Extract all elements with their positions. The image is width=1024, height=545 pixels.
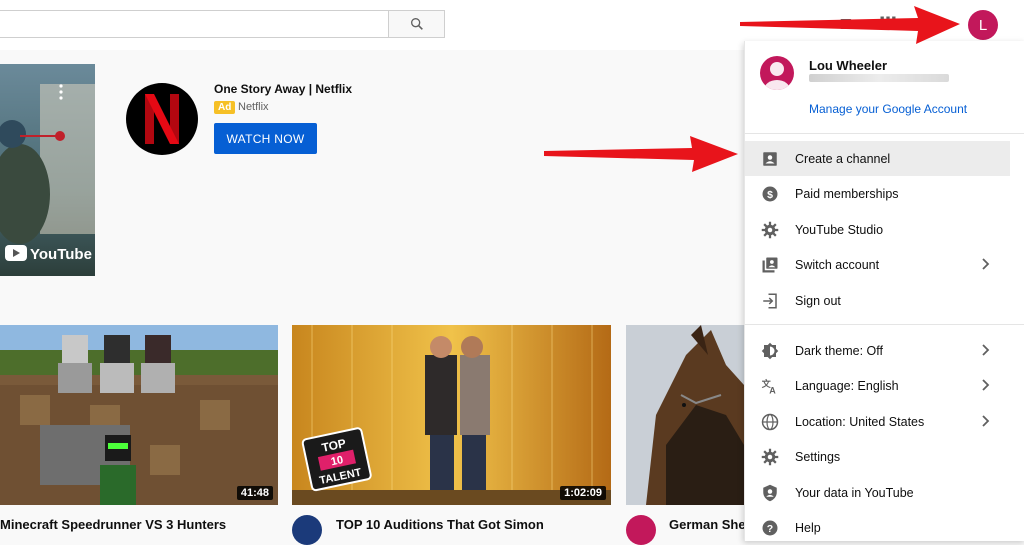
- search-button[interactable]: [388, 10, 445, 38]
- account-menu: Lou Wheeler Manage your Google Account C…: [744, 41, 1024, 541]
- search-icon: [410, 17, 423, 30]
- gear-icon: [761, 448, 779, 466]
- menu-item-label: Create a channel: [795, 151, 891, 166]
- channel-avatar[interactable]: [626, 515, 656, 545]
- ad-title[interactable]: One Story Away | Netflix: [214, 82, 352, 96]
- gear-icon: [761, 221, 779, 239]
- translate-icon: 文A: [761, 378, 776, 396]
- menu-item-sign-out[interactable]: Sign out: [745, 283, 1010, 318]
- menu-item-label: YouTube Studio: [795, 222, 884, 237]
- svg-text:$: $: [767, 189, 773, 201]
- menu-item-dark-theme[interactable]: Dark theme: Off: [745, 333, 1010, 368]
- ad-thumbnail-image: YouTube: [0, 64, 95, 276]
- menu-item-language[interactable]: 文A Language: English: [745, 368, 1010, 403]
- menu-item-label: Your data in YouTube: [795, 485, 914, 500]
- menu-item-label: Sign out: [795, 293, 841, 308]
- menu-item-label: Settings: [795, 449, 841, 464]
- apps-grid-icon[interactable]: [878, 14, 898, 34]
- avatar-letter: L: [978, 16, 988, 34]
- video-duration: 1:02:09: [560, 486, 606, 500]
- netflix-logo[interactable]: [126, 83, 198, 155]
- video-title[interactable]: German She: [669, 517, 746, 532]
- account-name: Lou Wheeler: [809, 58, 888, 73]
- menu-item-settings[interactable]: Settings: [745, 439, 1010, 474]
- menu-item-label: Paid memberships: [795, 186, 899, 201]
- menu-item-youtube-studio[interactable]: YouTube Studio: [745, 212, 1010, 247]
- menu-item-help[interactable]: ? Help: [745, 510, 1010, 545]
- create-video-icon[interactable]: [838, 14, 858, 34]
- account-menu-avatar: [760, 56, 794, 90]
- video-title[interactable]: Minecraft Speedrunner VS 3 Hunters: [0, 517, 226, 532]
- menu-item-label: Dark theme: Off: [795, 343, 883, 358]
- menu-divider: [745, 324, 1024, 325]
- manage-google-account-link[interactable]: Manage your Google Account: [809, 102, 967, 116]
- menu-item-your-data[interactable]: Your data in YouTube: [745, 475, 1010, 510]
- help-icon: ?: [762, 520, 778, 536]
- dollar-icon: $: [762, 186, 778, 202]
- svg-text:?: ?: [767, 523, 773, 535]
- thumbnail-watermark: YouTube: [30, 246, 92, 263]
- person-silhouette-icon: [764, 62, 790, 90]
- chevron-right-icon: [982, 415, 990, 427]
- menu-item-location[interactable]: Location: United States: [745, 404, 1010, 439]
- menu-item-label: Language: English: [795, 378, 899, 393]
- video-duration: 41:48: [236, 486, 273, 500]
- switch-account-icon: [762, 257, 778, 273]
- menu-item-switch-account[interactable]: Switch account: [745, 247, 1010, 282]
- dog-thumbnail-image: [626, 325, 744, 505]
- chevron-right-icon: [982, 344, 990, 356]
- sign-out-icon: [763, 293, 777, 309]
- search-input[interactable]: [0, 10, 388, 38]
- ad-video-thumbnail[interactable]: YouTube: [0, 64, 95, 276]
- account-avatar-button[interactable]: L: [968, 10, 998, 40]
- menu-item-create-channel[interactable]: Create a channel: [745, 141, 1010, 176]
- menu-divider: [745, 133, 1024, 134]
- menu-item-label: Switch account: [795, 257, 880, 272]
- channel-avatar[interactable]: [292, 515, 322, 545]
- watch-now-button[interactable]: WATCH NOW: [214, 123, 317, 154]
- dark-theme-icon: [761, 342, 779, 360]
- chevron-right-icon: [982, 258, 990, 270]
- account-email-redacted: [809, 74, 949, 82]
- annotation-arrow-create-channel: [544, 136, 738, 172]
- shield-person-icon: [763, 484, 777, 502]
- svg-text:A: A: [769, 386, 776, 396]
- ad-advertiser: Netflix: [238, 101, 269, 113]
- globe-icon: [761, 413, 779, 431]
- ad-badge: Ad: [214, 101, 236, 114]
- video-thumbnail[interactable]: 41:48: [0, 325, 278, 505]
- person-box-icon: [763, 152, 777, 166]
- menu-item-label: Help: [795, 520, 821, 535]
- video-thumbnail[interactable]: [626, 325, 744, 505]
- talent-thumbnail-image: TOP 10 TALENT: [292, 325, 611, 505]
- netflix-n-icon: [145, 94, 179, 144]
- video-thumbnail[interactable]: TOP 10 TALENT 1:02:09: [292, 325, 611, 505]
- menu-item-paid-memberships[interactable]: $ Paid memberships: [745, 176, 1010, 211]
- menu-item-label: Location: United States: [795, 414, 925, 429]
- video-title[interactable]: TOP 10 Auditions That Got Simon: [336, 517, 544, 532]
- chevron-right-icon: [982, 379, 990, 391]
- thumbnail-badge-mid: 10: [330, 454, 344, 468]
- minecraft-thumbnail-image: [0, 325, 278, 505]
